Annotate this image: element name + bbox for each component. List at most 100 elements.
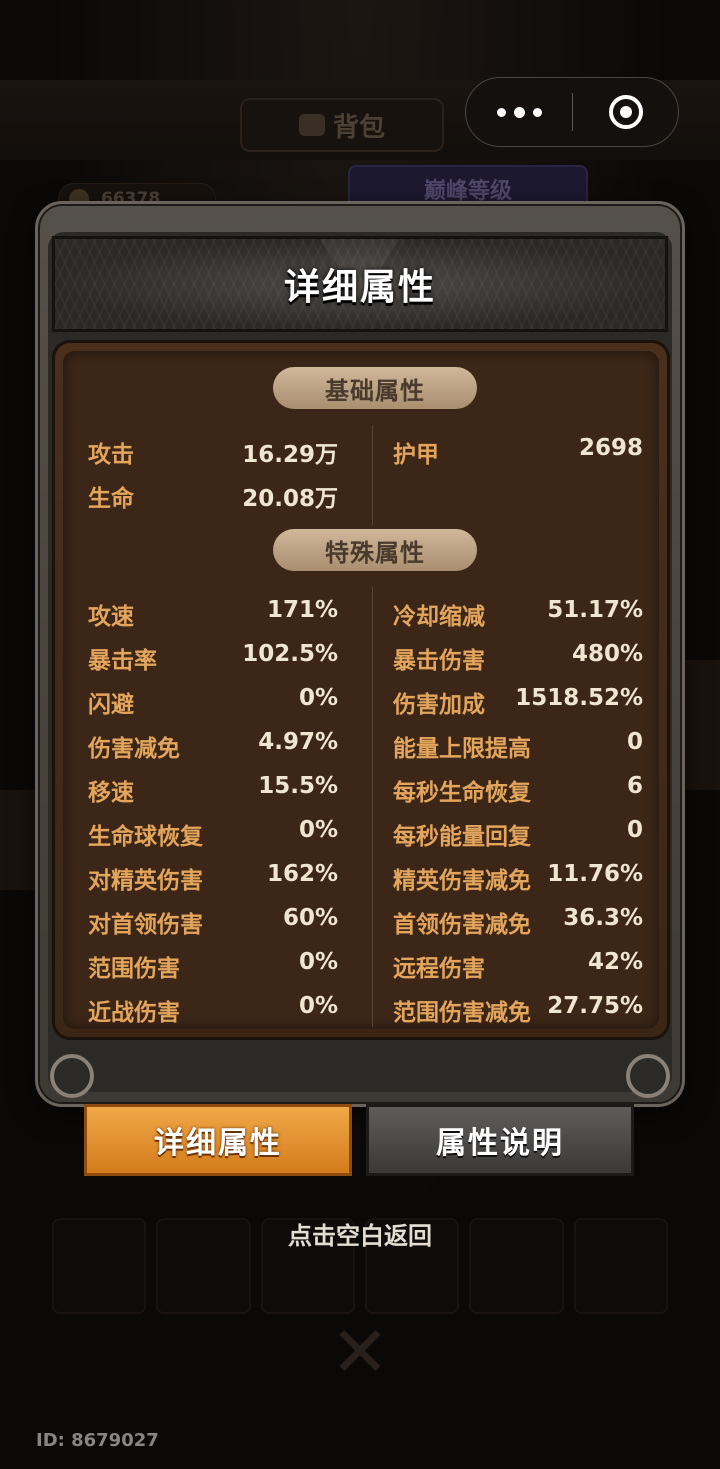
attribute-row: 冷却缩减 51.17% [393, 589, 643, 633]
attribute-label: 精英伤害减免 [393, 868, 531, 894]
attribute-value: 42% [587, 949, 643, 975]
attribute-row: 对精英伤害 162% [88, 853, 338, 897]
mini-program-capsule [465, 77, 679, 147]
attribute-row: 能量上限提高 0 [393, 721, 643, 765]
attribute-label: 范围伤害 [88, 956, 180, 982]
tap-blank-to-return-hint[interactable]: 点击空白返回 [0, 1216, 720, 1251]
attribute-label: 闪避 [88, 692, 134, 718]
attribute-value: 20.08万 [242, 486, 338, 512]
attribute-value: 171% [266, 597, 338, 623]
attribute-value: 51.17% [547, 597, 643, 623]
attribute-value: 480% [571, 641, 643, 667]
attribute-value: 0% [298, 993, 338, 1019]
attribute-label: 每秒能量回复 [393, 824, 531, 850]
attribute-dialog: 详细属性 基础属性 攻击 16.29万生命 20.08万 护甲 2698 特殊属性 攻… [40, 206, 680, 1102]
more-dot-icon [532, 107, 542, 117]
close-miniprogram-button[interactable] [573, 78, 678, 146]
attribute-value: 0% [298, 817, 338, 843]
basic-divider [372, 425, 373, 525]
basic-section-header: 基础属性 [273, 367, 477, 409]
more-dot-icon [513, 106, 525, 118]
attribute-value: 0% [298, 949, 338, 975]
special-left-column: 攻速 171% 暴击率 102.5% 闪避 0% 伤害减免 4.97% 移速 15.5% 生命球恢复… [88, 589, 338, 1029]
attribute-value: 0 [626, 729, 643, 755]
attribute-label: 近战伤害 [88, 1000, 180, 1026]
attribute-label: 护甲 [393, 442, 439, 468]
special-section-header: 特殊属性 [273, 529, 477, 571]
special-divider [372, 587, 373, 1027]
attribute-label: 移速 [88, 780, 134, 806]
attribute-label: 对精英伤害 [88, 868, 203, 894]
attribute-row: 护甲 2698 [393, 427, 643, 471]
more-button[interactable] [466, 78, 572, 146]
attribute-label: 能量上限提高 [393, 736, 531, 762]
attribute-label: 远程伤害 [393, 956, 485, 982]
attribute-value: 27.75% [547, 993, 643, 1019]
attribute-value: 0% [298, 685, 338, 711]
attribute-value: 11.76% [547, 861, 643, 887]
attribute-label: 首领伤害减免 [393, 912, 531, 938]
attribute-label: 范围伤害减免 [393, 1000, 531, 1026]
attribute-row: 每秒生命恢复 6 [393, 765, 643, 809]
attribute-label: 生命 [88, 486, 134, 512]
attribute-label: 暴击伤害 [393, 648, 485, 674]
attribute-row: 攻速 171% [88, 589, 338, 633]
attribute-value: 36.3% [563, 905, 643, 931]
attribute-label: 攻击 [88, 442, 134, 468]
basic-left-column: 攻击 16.29万生命 20.08万 [88, 427, 338, 515]
attribute-row: 首领伤害减免 36.3% [393, 897, 643, 941]
attribute-label: 每秒生命恢复 [393, 780, 531, 806]
attribute-label: 对首领伤害 [88, 912, 203, 938]
attribute-row: 伤害减免 4.97% [88, 721, 338, 765]
attribute-row: 范围伤害减免 27.75% [393, 985, 643, 1029]
attribute-value: 2698 [578, 435, 643, 461]
attribute-row: 暴击伤害 480% [393, 633, 643, 677]
bg-side-right [680, 660, 720, 790]
dialog-title-bar: 详细属性 [52, 236, 668, 332]
attribute-label: 生命球恢复 [88, 824, 203, 850]
backpack-icon [298, 114, 325, 136]
attribute-row: 近战伤害 0% [88, 985, 338, 1029]
more-dot-icon [496, 107, 506, 117]
peak-level-label: 巅峰等级 [423, 179, 512, 204]
user-id: ID: 8679027 [36, 1430, 159, 1451]
bg-backpack-label: 背包 [332, 112, 385, 143]
attribute-value: 102.5% [242, 641, 338, 667]
attribute-row: 暴击率 102.5% [88, 633, 338, 677]
attribute-label: 伤害减免 [88, 736, 180, 762]
attribute-value: 0 [626, 817, 643, 843]
attribute-row: 范围伤害 0% [88, 941, 338, 985]
attribute-value: 1518.52% [515, 685, 643, 711]
attribute-label: 伤害加成 [393, 692, 485, 718]
bg-crossed-swords-icon: ✕ [330, 1311, 390, 1393]
attribute-row: 闪避 0% [88, 677, 338, 721]
basic-right-column: 护甲 2698 [393, 427, 643, 471]
attribute-row: 生命 20.08万 [88, 471, 338, 515]
target-icon [608, 95, 643, 129]
attribute-row: 伤害加成 1518.52% [393, 677, 643, 721]
tab-detail-attributes[interactable]: 详细属性 [84, 1104, 352, 1176]
attribute-value: 15.5% [258, 773, 338, 799]
attribute-label: 暴击率 [88, 648, 157, 674]
attribute-row: 生命球恢复 0% [88, 809, 338, 853]
bg-side-left [0, 790, 40, 890]
corner-ornament-left [50, 1054, 94, 1098]
attribute-row: 每秒能量回复 0 [393, 809, 643, 853]
attribute-row: 对首领伤害 60% [88, 897, 338, 941]
attribute-label: 攻速 [88, 604, 134, 630]
attribute-row: 远程伤害 42% [393, 941, 643, 985]
attribute-value: 60% [282, 905, 338, 931]
tab-attribute-explanation[interactable]: 属性说明 [366, 1104, 634, 1176]
special-right-column: 冷却缩减 51.17% 暴击伤害 480% 伤害加成 1518.52% 能量上限提高 0 每秒生… [393, 589, 643, 1029]
attribute-value: 16.29万 [242, 442, 338, 468]
attribute-value: 6 [626, 773, 643, 799]
dialog-title: 详细属性 [283, 267, 436, 308]
attribute-row: 精英伤害减免 11.76% [393, 853, 643, 897]
bg-backpack-tab: 背包 [240, 98, 444, 152]
attribute-panel: 基础属性 攻击 16.29万生命 20.08万 护甲 2698 特殊属性 攻速 171%… [52, 340, 670, 1040]
attribute-label: 冷却缩减 [393, 604, 485, 630]
attribute-row: 攻击 16.29万 [88, 427, 338, 471]
attribute-row: 移速 15.5% [88, 765, 338, 809]
attribute-panel-inner: 基础属性 攻击 16.29万生命 20.08万 护甲 2698 特殊属性 攻速 171%… [63, 351, 659, 1029]
corner-ornament-right [626, 1054, 670, 1098]
